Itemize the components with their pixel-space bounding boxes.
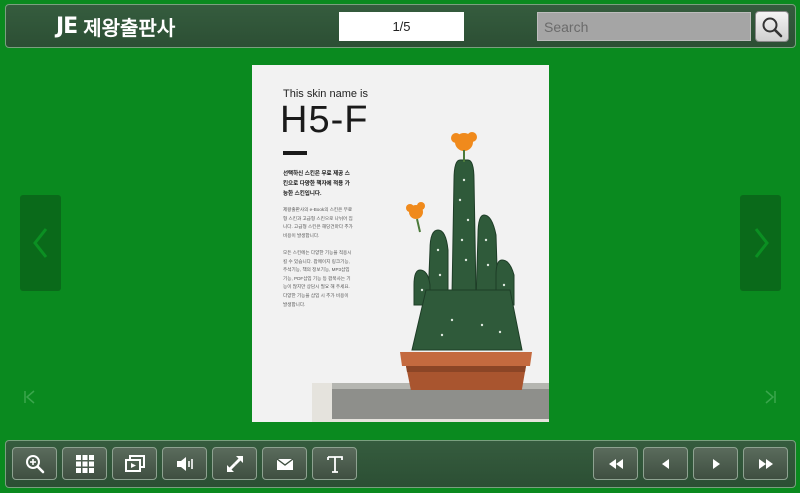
zoom-in-icon	[25, 454, 44, 473]
zoom-in-button[interactable]	[12, 447, 57, 480]
body-text-1: 제왕출판사의 e-Book의 스킨은 무료형 스킨과 고급형 스킨으로 나뉘어 …	[283, 207, 353, 238]
chevron-right-icon	[754, 228, 769, 258]
lead-text: 선택하신 스킨은 무료 제공 스킨으로 다양한 책자에 적용 가능한 스킨입니다…	[283, 171, 350, 197]
chevron-left-icon	[32, 228, 47, 258]
top-bar: JE 제왕출판사 1/5	[5, 4, 796, 48]
title-rule	[283, 151, 307, 155]
email-button[interactable]	[262, 447, 307, 480]
text-icon	[326, 455, 343, 473]
expand-icon	[226, 455, 243, 472]
previous-page-button[interactable]	[643, 447, 688, 480]
text-button[interactable]	[312, 447, 357, 480]
logo-text: 제왕출판사	[83, 15, 176, 40]
first-page-icon	[24, 390, 35, 404]
search-button[interactable]	[755, 11, 789, 42]
slideshow-icon	[124, 454, 145, 472]
next-page-button[interactable]	[693, 447, 738, 480]
skin-name-title: H5-F	[280, 99, 369, 141]
body-text-2: 모든 스킨에는 다양한 기능을 적용시킬 수 있습니다. 팝메이지 링크기능, …	[283, 250, 352, 307]
arrow-left-icon	[661, 458, 669, 469]
thumbnails-button[interactable]	[62, 447, 107, 480]
search-input[interactable]	[537, 12, 751, 41]
arrow-right-icon	[712, 458, 720, 469]
slideshow-button[interactable]	[112, 447, 157, 480]
speaker-icon	[176, 456, 193, 471]
last-page-button[interactable]	[743, 447, 788, 480]
last-page-link[interactable]	[762, 389, 778, 410]
fullscreen-button[interactable]	[212, 447, 257, 480]
book-page[interactable]: This skin name is H5-F 선택하신 스킨은 무료 제공 스킨…	[252, 65, 549, 422]
next-page-arrow[interactable]	[740, 195, 781, 291]
last-page-icon	[765, 390, 776, 404]
sound-button[interactable]	[162, 447, 207, 480]
search-icon	[762, 17, 783, 37]
logo-mark: JE	[56, 13, 78, 39]
email-icon	[276, 457, 293, 470]
double-arrow-left-icon	[608, 458, 623, 469]
prev-page-arrow[interactable]	[20, 195, 61, 291]
double-arrow-right-icon	[758, 458, 773, 469]
page-indicator[interactable]: 1/5	[339, 12, 464, 41]
logo: JE 제왕출판사	[56, 13, 176, 40]
bottom-toolbar	[5, 440, 796, 488]
first-page-link[interactable]	[22, 389, 38, 410]
grid-icon	[75, 454, 94, 473]
cactus-pot-image	[400, 132, 532, 390]
first-page-button[interactable]	[593, 447, 638, 480]
